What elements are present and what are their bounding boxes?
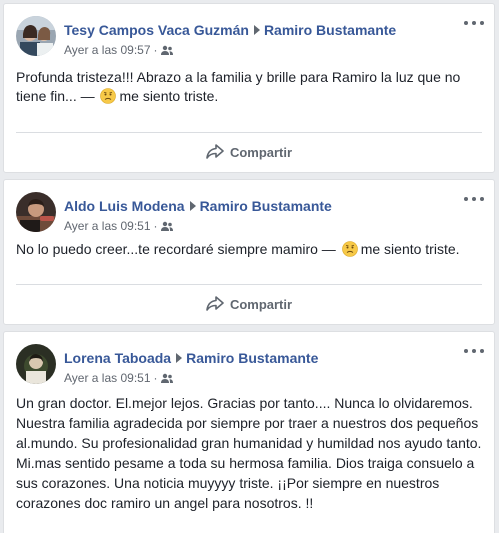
author-link[interactable]: Aldo Luis Modena (64, 198, 185, 214)
share-button[interactable]: Compartir (16, 286, 482, 322)
post-text: Profunda tristeza!!! Abrazo a la familia… (16, 68, 482, 106)
share-arrow-icon (206, 296, 224, 311)
to-arrow-icon (253, 25, 260, 35)
recipient-link[interactable]: Ramiro Bustamante (186, 350, 318, 366)
avatar[interactable] (16, 16, 56, 56)
share-label: Compartir (229, 144, 293, 160)
recipient-link[interactable]: Ramiro Bustamante (200, 198, 332, 214)
author-link[interactable]: Tesy Campos Vaca Guzmán (64, 22, 249, 38)
timestamp-link[interactable]: Ayer a las 09:57 (64, 43, 151, 57)
post-message: No lo puedo creer...te recordaré siempre… (16, 241, 336, 257)
share-button[interactable]: Compartir (16, 134, 482, 170)
to-arrow-icon (176, 353, 183, 363)
recipient-link[interactable]: Ramiro Bustamante (264, 22, 396, 38)
post-meta: Ayer a las 09:57 · (64, 42, 173, 60)
more-options-icon[interactable] (464, 344, 484, 358)
meta-separator: · (153, 371, 158, 385)
author-link[interactable]: Lorena Taboada (64, 350, 171, 366)
divider (16, 284, 482, 285)
to-arrow-icon (189, 201, 196, 211)
more-options-icon[interactable] (464, 16, 484, 30)
meta-separator: · (153, 219, 158, 233)
sad-face-emoji-icon (341, 241, 358, 257)
share-label: Compartir (229, 296, 293, 312)
post-header: Aldo Luis Modena Ramiro Bustamante (64, 197, 332, 215)
timestamp-link[interactable]: Ayer a las 09:51 (64, 219, 151, 233)
meta-separator: · (153, 43, 158, 57)
avatar[interactable] (16, 344, 56, 384)
share-arrow-icon (206, 144, 224, 159)
more-options-icon[interactable] (464, 192, 484, 206)
friends-audience-icon[interactable] (160, 220, 173, 236)
sad-face-emoji-icon (100, 88, 117, 104)
timestamp-link[interactable]: Ayer a las 09:51 (64, 371, 151, 385)
post-meta: Ayer a las 09:51 · (64, 218, 173, 236)
post-message: Profunda tristeza!!! Abrazo a la familia… (16, 69, 461, 104)
divider (16, 132, 482, 133)
avatar[interactable] (16, 192, 56, 232)
post-card: Tesy Campos Vaca Guzmán Ramiro Bustamante… (3, 3, 495, 173)
friends-audience-icon[interactable] (160, 372, 173, 388)
feeling-label: me siento triste. (360, 241, 460, 257)
post-header: Lorena Taboada Ramiro Bustamante (64, 349, 318, 367)
post-message: Un gran doctor. El.mejor lejos. Gracias … (16, 395, 482, 511)
post-card: Aldo Luis Modena Ramiro Bustamante Ayer a… (3, 179, 495, 325)
post-meta: Ayer a las 09:51 · (64, 370, 173, 388)
post-text: No lo puedo creer...te recordaré siempre… (16, 240, 482, 259)
post-header: Tesy Campos Vaca Guzmán Ramiro Bustamante (64, 21, 396, 39)
post-card: Lorena Taboada Ramiro Bustamante Ayer a l… (3, 331, 495, 533)
friends-audience-icon[interactable] (160, 44, 173, 60)
feeling-label: me siento triste. (119, 88, 219, 104)
